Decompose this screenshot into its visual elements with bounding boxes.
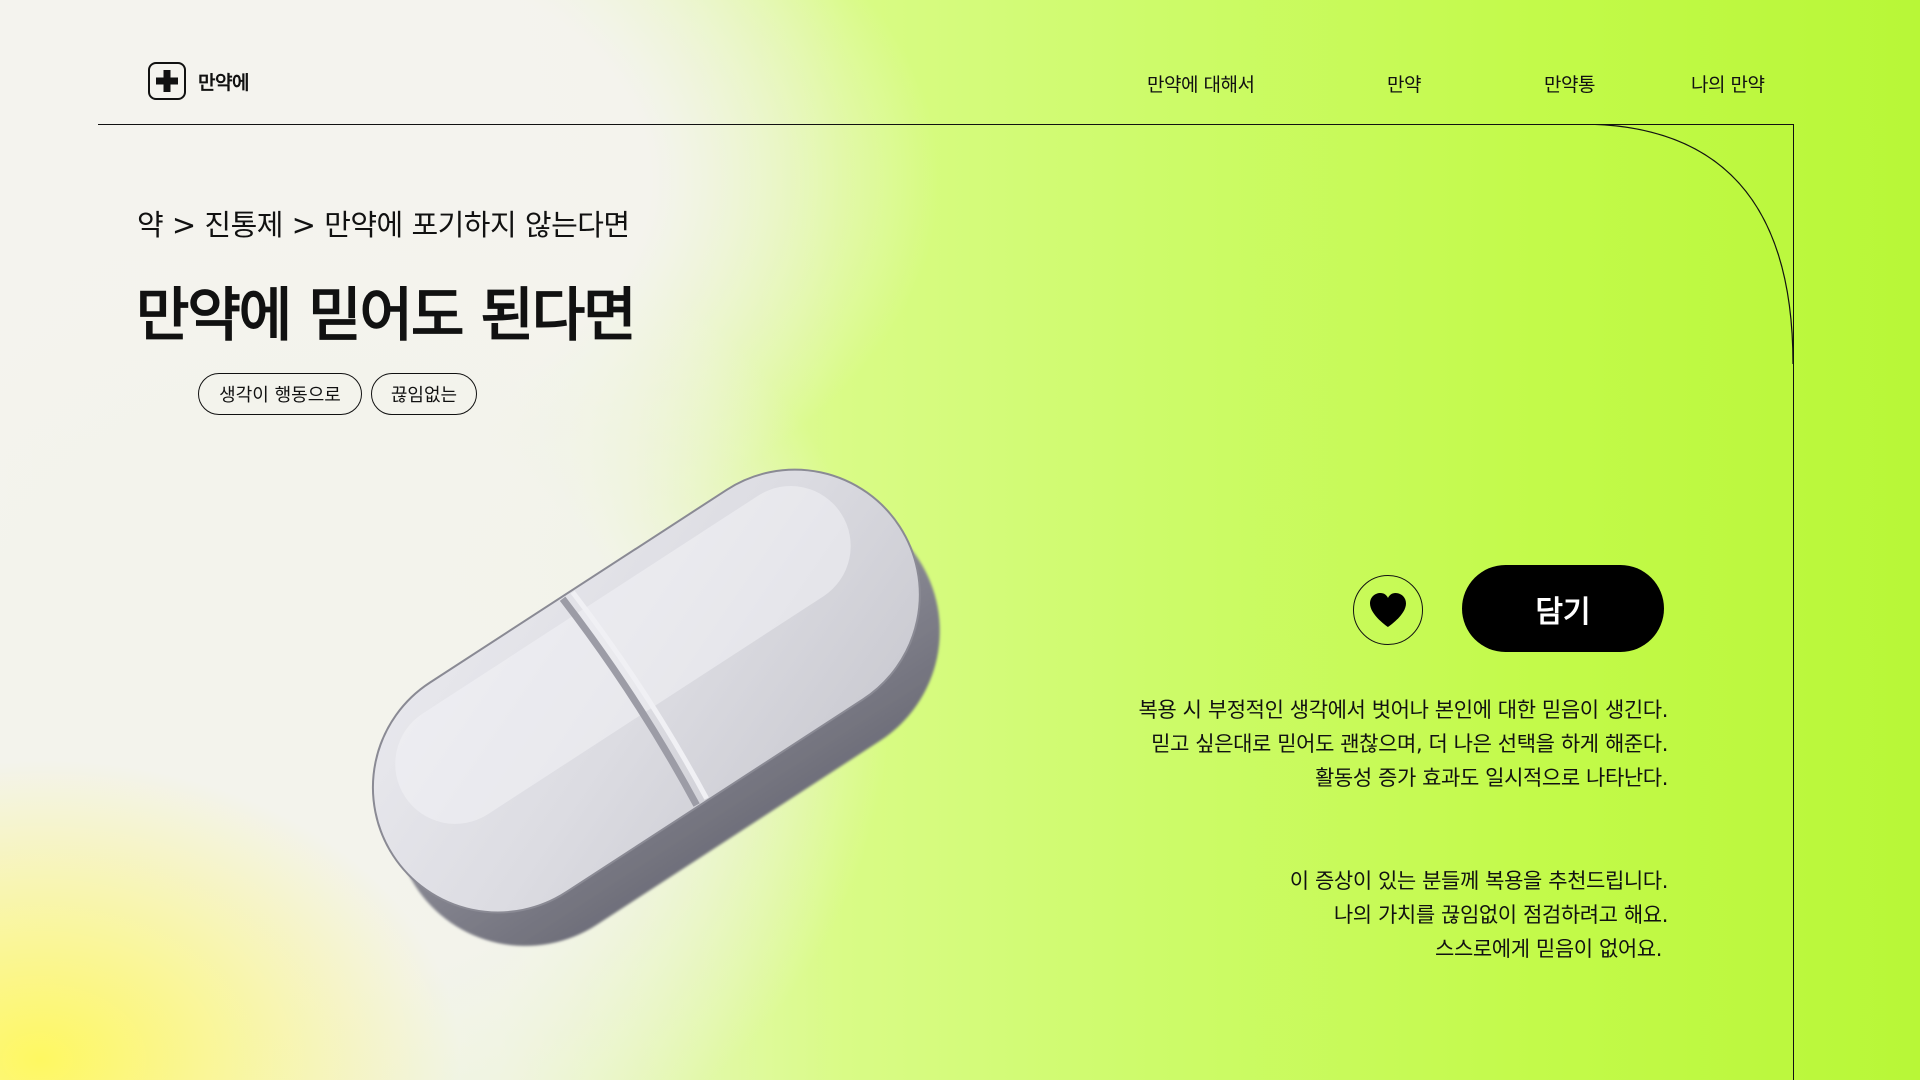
recommendation-line: 이 증상이 있는 분들께 복용을 추천드립니다. — [1289, 869, 1669, 893]
description-line: 믿고 싶은대로 믿어도 괜찮으며, 더 나은 선택을 하게 해준다. — [1151, 732, 1668, 756]
heart-icon — [1370, 593, 1406, 627]
description-line: 활동성 증가 효과도 일시적으로 나타난다. — [1314, 766, 1668, 790]
nav-item-manyaktong[interactable]: 만약통 — [1544, 70, 1595, 97]
frame-right-top-line — [1793, 124, 1794, 364]
recommendation-line: 스스로에게 믿음이 없어요. — [1435, 937, 1662, 961]
frame-right-line — [1793, 364, 1794, 1080]
pill-image — [371, 468, 940, 946]
add-to-cart-button[interactable]: 담기 — [1462, 565, 1664, 652]
nav-item-about[interactable]: 만약에 대해서 — [1147, 70, 1255, 97]
recommendation-line: 나의 가치를 끊임없이 점검하려고 해요. — [1333, 903, 1669, 927]
wishlist-button[interactable] — [1353, 575, 1423, 645]
logo[interactable]: 만약에 — [148, 62, 249, 100]
product-description: 복용 시 부정적인 생각에서 벗어나 본인에 대한 믿음이 생긴다. 믿고 싶은… — [1138, 693, 1669, 795]
description-line: 복용 시 부정적인 생각에서 벗어나 본인에 대한 믿음이 생긴다. — [1138, 698, 1669, 722]
tag-thought-to-action[interactable]: 생각이 행동으로 — [198, 373, 362, 415]
tag-endless[interactable]: 끊임없는 — [371, 373, 477, 415]
product-recommendation: 이 증상이 있는 분들께 복용을 추천드립니다. 나의 가치를 끊임없이 점검하… — [1289, 864, 1669, 966]
breadcrumb: 약 > 진통제 > 만약에 포기하지 않는다면 — [137, 208, 630, 242]
nav-item-my-manyak[interactable]: 나의 만약 — [1691, 70, 1765, 97]
plus-icon — [148, 62, 186, 100]
logo-text: 만약에 — [198, 71, 249, 94]
frame-curve — [1540, 124, 1794, 365]
page-title: 만약에 믿어도 된다면 — [136, 281, 637, 349]
nav-item-manyak[interactable]: 만약 — [1387, 70, 1421, 97]
